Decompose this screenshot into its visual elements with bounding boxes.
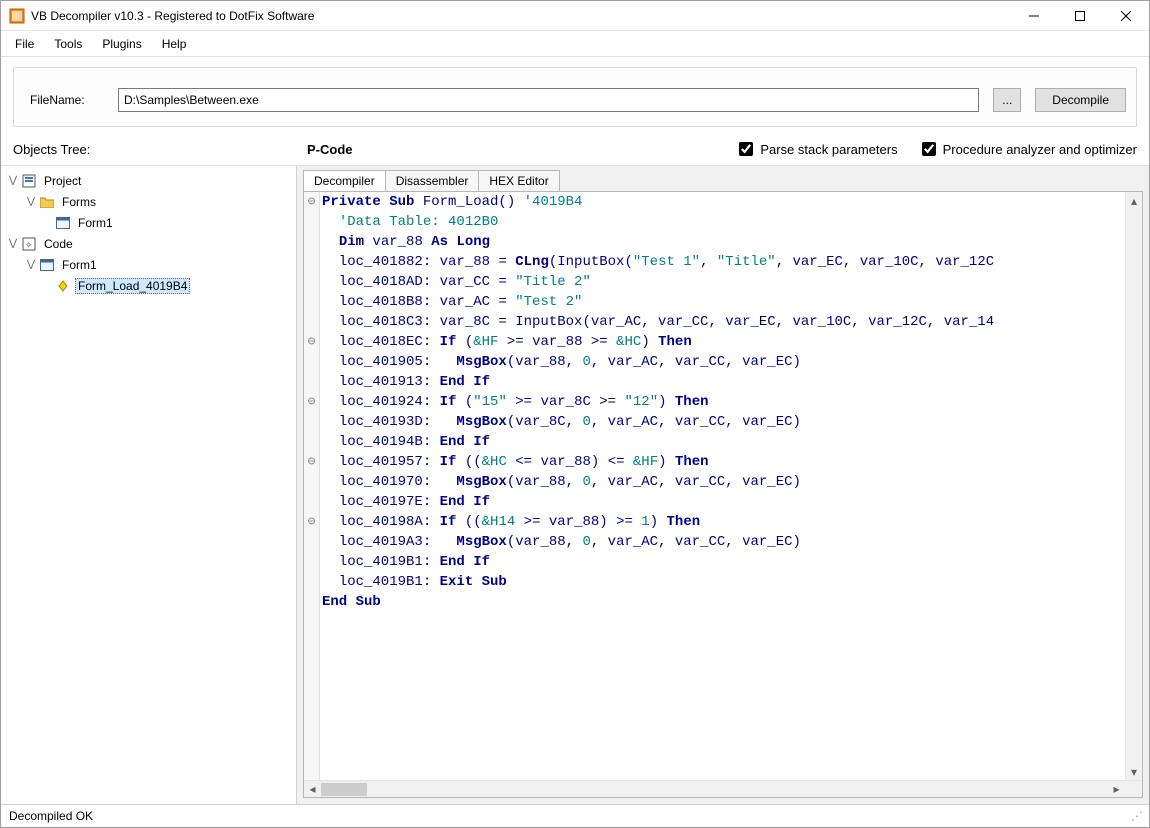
- browse-button[interactable]: ...: [993, 88, 1021, 112]
- tab-decompiler[interactable]: Decompiler: [303, 170, 386, 191]
- scroll-corner: [1125, 781, 1142, 797]
- status-text: Decompiled OK: [9, 809, 93, 823]
- folder-icon: [39, 194, 55, 210]
- window-title: VB Decompiler v10.3 - Registered to DotF…: [31, 9, 1011, 23]
- menu-tools[interactable]: Tools: [44, 33, 92, 55]
- tab-hex-editor[interactable]: HEX Editor: [478, 170, 559, 191]
- filename-label: FileName:: [30, 93, 104, 107]
- horizontal-scrollbar[interactable]: ◂ ▸: [304, 780, 1142, 797]
- maximize-button[interactable]: [1057, 1, 1103, 30]
- pcode-label: P-Code: [307, 142, 715, 157]
- code-gutter: ⊖⊖⊖⊖⊖: [304, 192, 320, 780]
- titlebar: VB Decompiler v10.3 - Registered to DotF…: [1, 1, 1149, 31]
- proc-analyzer-checkbox[interactable]: Procedure analyzer and optimizer: [918, 139, 1137, 159]
- vertical-scrollbar[interactable]: ▴ ▾: [1125, 192, 1142, 780]
- tree-node-form-load[interactable]: Form_Load_4019B4: [3, 275, 294, 296]
- parse-stack-input[interactable]: [739, 142, 753, 156]
- close-button[interactable]: [1103, 1, 1149, 30]
- menu-plugins[interactable]: Plugins: [92, 33, 151, 55]
- collapse-icon[interactable]: ⋁: [7, 238, 19, 249]
- window-buttons: [1011, 1, 1149, 30]
- header-row: Objects Tree: P-Code Parse stack paramet…: [1, 133, 1149, 165]
- objects-tree-label: Objects Tree:: [13, 142, 287, 157]
- filename-input[interactable]: [118, 88, 979, 112]
- scroll-up-icon[interactable]: ▴: [1126, 192, 1142, 209]
- app-icon: [9, 8, 25, 24]
- scroll-down-icon[interactable]: ▾: [1126, 763, 1142, 780]
- tab-disassembler[interactable]: Disassembler: [385, 170, 480, 191]
- menu-file[interactable]: File: [5, 33, 44, 55]
- form-icon: [39, 257, 55, 273]
- scroll-right-icon[interactable]: ▸: [1108, 781, 1125, 797]
- scroll-track[interactable]: [321, 781, 1108, 797]
- proc-analyzer-input[interactable]: [922, 142, 936, 156]
- method-icon: [55, 278, 71, 294]
- scroll-thumb[interactable]: [321, 783, 367, 796]
- tree-node-code[interactable]: ⋁ ✧ Code: [3, 233, 294, 254]
- tree-node-forms[interactable]: ⋁ Forms: [3, 191, 294, 212]
- tree-node-form1-code[interactable]: ⋁ Form1: [3, 254, 294, 275]
- collapse-icon[interactable]: ⋁: [7, 175, 19, 186]
- decompile-button[interactable]: Decompile: [1035, 88, 1126, 112]
- parse-stack-checkbox[interactable]: Parse stack parameters: [735, 139, 897, 159]
- code-lines[interactable]: Private Sub Form_Load() '4019B4 'Data Ta…: [320, 192, 1125, 780]
- code-pane: Decompiler Disassembler HEX Editor ⊖⊖⊖⊖⊖…: [297, 166, 1149, 804]
- tree-node-form1-form[interactable]: Form1: [3, 212, 294, 233]
- menubar: File Tools Plugins Help: [1, 31, 1149, 57]
- code-tabs: Decompiler Disassembler HEX Editor: [297, 166, 1149, 191]
- tree-node-project[interactable]: ⋁ Project: [3, 170, 294, 191]
- minimize-button[interactable]: [1011, 1, 1057, 30]
- code-container: ⊖⊖⊖⊖⊖ Private Sub Form_Load() '4019B4 'D…: [303, 191, 1143, 798]
- code-body[interactable]: ⊖⊖⊖⊖⊖ Private Sub Form_Load() '4019B4 'D…: [304, 192, 1142, 780]
- objects-tree[interactable]: ⋁ Project ⋁ Forms: [1, 166, 297, 804]
- svg-text:✧: ✧: [25, 240, 33, 250]
- menu-help[interactable]: Help: [152, 33, 197, 55]
- code-icon: ✧: [21, 236, 37, 252]
- collapse-icon[interactable]: ⋁: [25, 259, 37, 270]
- collapse-icon[interactable]: ⋁: [25, 196, 37, 207]
- resize-grip-icon[interactable]: ⋰: [1131, 809, 1141, 823]
- file-panel: FileName: ... Decompile: [13, 67, 1137, 127]
- main-split: ⋁ Project ⋁ Forms: [1, 165, 1149, 804]
- statusbar: Decompiled OK ⋰: [1, 804, 1149, 827]
- scroll-left-icon[interactable]: ◂: [304, 781, 321, 797]
- form-icon: [55, 215, 71, 231]
- project-icon: [21, 173, 37, 189]
